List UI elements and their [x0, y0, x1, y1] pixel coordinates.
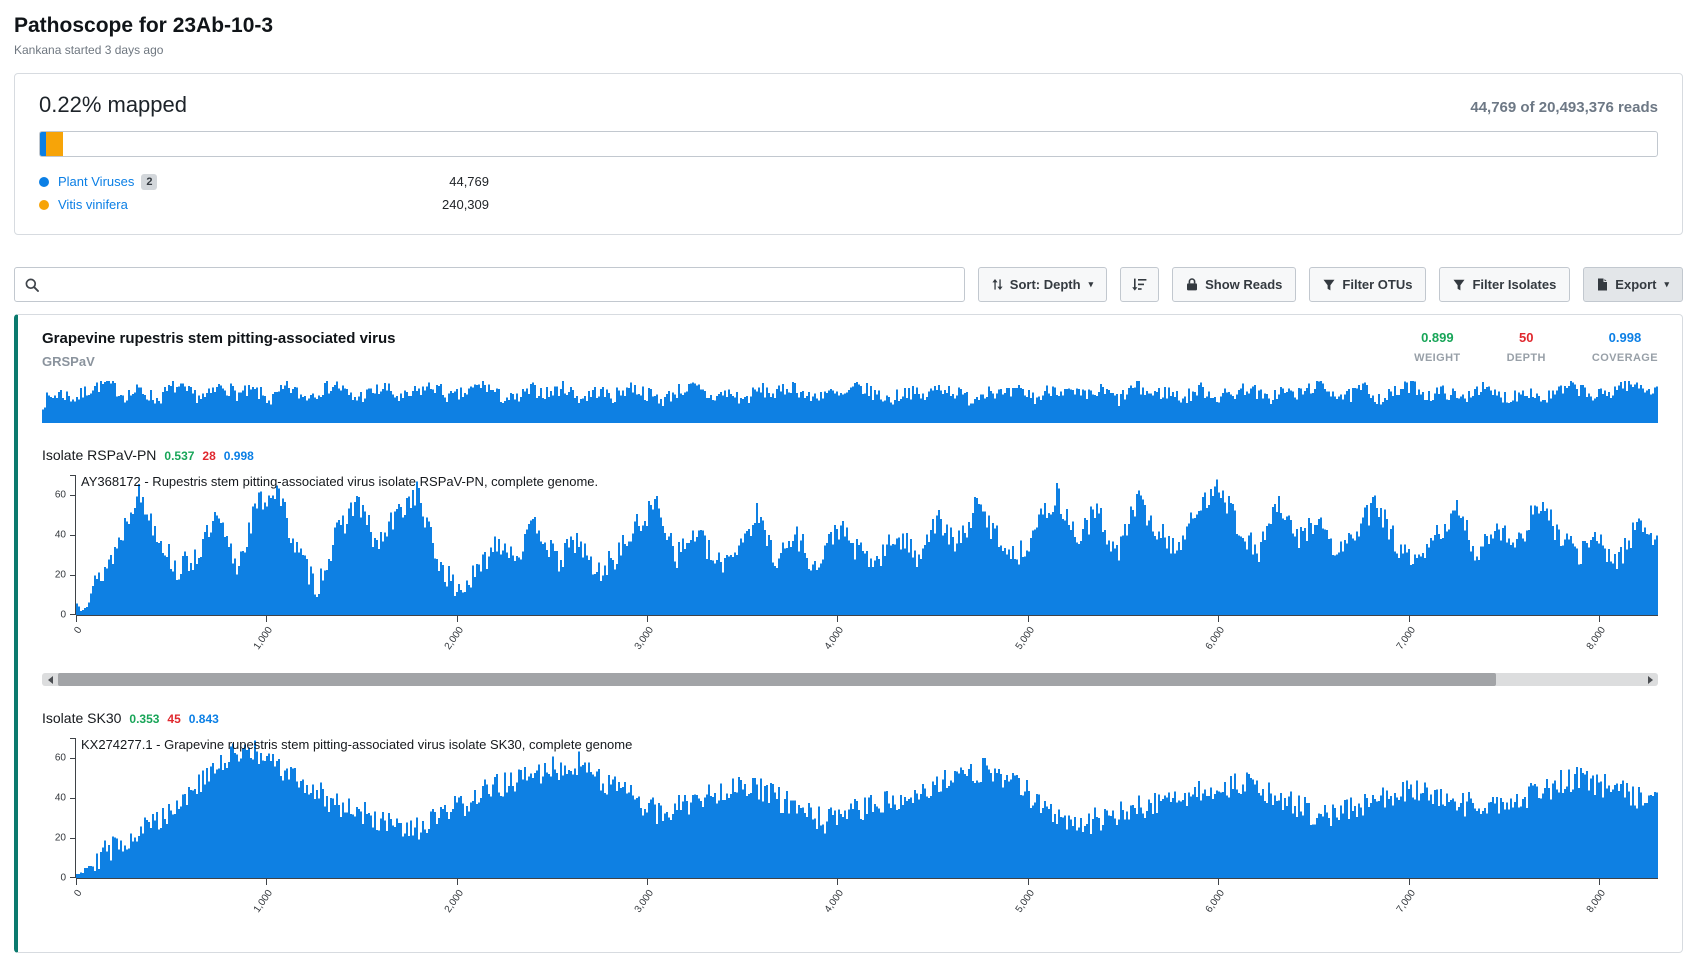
coverage-plot: KX274277.1 - Grapevine rupestris stem pi…: [76, 738, 1658, 878]
lock-icon: [1186, 278, 1198, 291]
isolate-weight: 0.537: [164, 449, 194, 463]
chevron-down-icon: ▾: [1664, 279, 1669, 290]
legend-value-vitis: 240,309: [409, 197, 489, 212]
search-box[interactable]: [14, 267, 965, 302]
legend-dot-blue: [39, 177, 49, 187]
legend-dot-orange: [39, 200, 49, 210]
coverage-label: COVERAGE: [1592, 352, 1658, 364]
isolate-depth: 45: [167, 712, 180, 726]
filter-isolates-label: Filter Isolates: [1472, 277, 1556, 292]
y-axis: 0204060: [42, 738, 76, 878]
filter-otus-button[interactable]: Filter OTUs: [1309, 267, 1426, 302]
scroll-right-arrow[interactable]: [1642, 676, 1658, 684]
otu-card: Grapevine rupestris stem pitting-associa…: [14, 314, 1683, 953]
legend-value-plant-viruses: 44,769: [409, 174, 489, 189]
results-toolbar: Sort: Depth ▾ Show Reads Filter OTUs Fil…: [14, 267, 1683, 302]
isolate-coverage: 0.998: [224, 449, 254, 463]
otu-header[interactable]: Grapevine rupestris stem pitting-associa…: [42, 330, 1658, 369]
sort-button-label: Sort: Depth: [1010, 277, 1081, 292]
plant-viruses-count-badge: 2: [141, 174, 157, 190]
filter-isolates-button[interactable]: Filter Isolates: [1439, 267, 1570, 302]
otu-coverage-sparkline: [42, 381, 1658, 423]
weight-value: 0.899: [1414, 330, 1460, 345]
filter-icon: [1453, 279, 1465, 291]
filter-otus-label: Filter OTUs: [1342, 277, 1412, 292]
search-input[interactable]: [47, 276, 954, 293]
coverage-plot: AY368172 - Rupestris stem pitting-associ…: [76, 475, 1658, 615]
depth-value: 50: [1507, 330, 1546, 345]
depth-label: DEPTH: [1507, 352, 1546, 364]
y-axis: 0204060: [42, 475, 76, 615]
chevron-down-icon: ▾: [1089, 279, 1094, 290]
isolate-coverage: 0.843: [189, 712, 219, 726]
legend-row-plant-viruses: Plant Viruses 2 44,769: [39, 170, 489, 193]
mapped-reads-count: 44,769 of 20,493,376 reads: [1470, 99, 1658, 116]
mapped-percent: 0.22% mapped: [39, 92, 187, 118]
horizontal-scrollbar[interactable]: [42, 673, 1658, 686]
isolate-header-sk30: Isolate SK30 0.353 45 0.843: [42, 710, 1658, 726]
page-title: Pathoscope for 23Ab-10-3: [14, 14, 1683, 38]
show-reads-label: Show Reads: [1205, 277, 1282, 292]
sort-icon: [992, 278, 1003, 291]
mapped-summary-card: 0.22% mapped 44,769 of 20,493,376 reads …: [14, 73, 1683, 235]
legend-link-plant-viruses[interactable]: Plant Viruses: [58, 174, 134, 189]
export-label: Export: [1615, 277, 1656, 292]
legend-row-vitis: Vitis vinifera 240,309: [39, 193, 489, 216]
sort-direction-button[interactable]: [1120, 267, 1159, 302]
search-icon: [25, 278, 39, 292]
page-subtitle: Kankana started 3 days ago: [14, 43, 1683, 57]
mapped-legend: Plant Viruses 2 44,769 Vitis vinifera 24…: [39, 170, 1658, 216]
isolate-depth: 28: [202, 449, 215, 463]
isolate-header-rspav-pn: Isolate RSPaV-PN 0.537 28 0.998: [42, 447, 1658, 463]
x-axis: 01,0002,0003,0004,0005,0006,0007,0008,00…: [76, 615, 1658, 665]
legend-link-vitis[interactable]: Vitis vinifera: [58, 197, 128, 212]
progress-segment-vitis: [46, 132, 63, 156]
sequence-title: KX274277.1 - Grapevine rupestris stem pi…: [81, 737, 632, 752]
weight-label: WEIGHT: [1414, 352, 1460, 364]
mapped-progress-bar: [39, 131, 1658, 157]
x-axis: 01,0002,0003,0004,0005,0006,0007,0008,00…: [76, 878, 1658, 928]
export-button[interactable]: Export ▾: [1583, 267, 1683, 302]
stat-weight: 0.899 WEIGHT: [1414, 330, 1460, 364]
sort-amount-down-icon: [1132, 278, 1147, 291]
file-icon: [1597, 278, 1608, 291]
isolate-coverage-chart-rspav-pn: 0204060 AY368172 - Rupestris stem pittin…: [42, 475, 1658, 665]
otu-stats: 0.899 WEIGHT 50 DEPTH 0.998 COVERAGE: [1414, 330, 1658, 364]
isolate-name: Isolate RSPaV-PN: [42, 447, 156, 463]
stat-depth: 50 DEPTH: [1507, 330, 1546, 364]
sequence-title: AY368172 - Rupestris stem pitting-associ…: [81, 474, 598, 489]
show-reads-button[interactable]: Show Reads: [1172, 267, 1296, 302]
isolate-coverage-chart-sk30: 0204060 KX274277.1 - Grapevine rupestris…: [42, 738, 1658, 928]
filter-icon: [1323, 279, 1335, 291]
stat-coverage: 0.998 COVERAGE: [1592, 330, 1658, 364]
scrollbar-thumb[interactable]: [58, 673, 1496, 686]
scroll-left-arrow[interactable]: [42, 676, 58, 684]
isolate-weight: 0.353: [129, 712, 159, 726]
coverage-value: 0.998: [1592, 330, 1658, 345]
isolate-name: Isolate SK30: [42, 710, 121, 726]
sort-button[interactable]: Sort: Depth ▾: [978, 267, 1107, 302]
